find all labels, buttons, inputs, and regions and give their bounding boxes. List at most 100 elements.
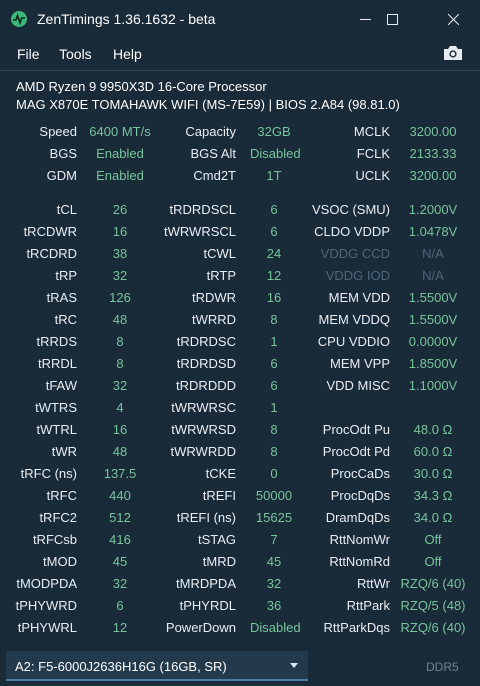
tphywrl-value: 12 [112,620,128,635]
twrwrscl-label: tWRWRSCL [164,224,236,239]
trp-label: tRP [55,268,77,283]
tmrdpda-value: 32 [266,576,282,591]
twtrl-label: tWTRL [36,422,77,437]
tphywrl-label: tPHYWRL [17,620,77,635]
gdm-label: GDM [46,168,77,183]
procodt-pu-label: ProcOdt Pu [322,422,390,437]
fclk-value: 2133.33 [409,146,457,161]
twtrs-label: tWTRS [35,400,77,415]
app-logo-icon [11,11,27,27]
trdrddd-value: 6 [270,378,278,393]
vddg-iod-label: VDDG IOD [325,268,390,283]
uclk-value: 3200.00 [409,168,457,183]
timings-row: tRFC2 512 tREFI (ns) 15625 DramDqDs 34.0 Ω [0,510,480,532]
trrdl-value: 8 [116,356,124,371]
menu-file[interactable]: File [17,46,40,62]
maximize-icon[interactable] [369,0,415,38]
trfc-label: tRFC [46,488,77,503]
summary-row: BGS Enabled BGS Alt Disabled FCLK 2133.33 [0,146,480,168]
trrdl-label: tRRDL [37,356,77,371]
trfc-value: 440 [109,488,131,503]
timings-row: tRP 32 tRTP 12 VDDG IOD N/A [0,268,480,290]
timings-row: tFAW 32 tRDRDDD 6 VDD MISC 1.1000V [0,378,480,400]
trcdrd-label: tRCDRD [26,246,77,261]
tcwl-value: 24 [266,246,282,261]
mem-vddq-label: MEM VDDQ [318,312,391,327]
timings-row: tRCDWR 16 tWRWRSCL 6 CLDO VDDP 1.0478V [0,224,480,246]
cmd2t-label: Cmd2T [193,168,236,183]
trtp-value: 12 [266,268,282,283]
cldo-vddp-label: CLDO VDDP [314,224,390,239]
mem-vpp-value: 1.8500V [408,356,458,371]
tcke-label: tCKE [205,466,236,481]
twtrs-value: 4 [116,400,124,415]
rttnomwr-label: RttNomWr [329,532,390,547]
timings-row: tRRDS 8 tRDRDSC 1 CPU VDDIO 0.0000V [0,334,480,356]
close-icon[interactable] [430,0,476,38]
tfaw-label: tFAW [45,378,77,393]
trdrdsd-value: 6 [270,356,278,371]
rttparkdqs-value: RZQ/6 (40) [400,620,466,635]
twrwrsd-label: tWRWRSD [171,422,236,437]
twr-label: tWR [51,444,77,459]
trcdwr-value: 16 [112,224,128,239]
module-select[interactable]: A2: F5-6000J2636H16G (16GB, SR) [6,651,308,681]
menu-tools[interactable]: Tools [59,46,92,62]
vdd-misc-value: 1.1000V [408,378,458,393]
timings-row: tRFC 440 tREFI 50000 ProcDqDs 34.3 Ω [0,488,480,510]
rttnomrd-value: Off [424,554,442,569]
twrwrdd-value: 8 [270,444,278,459]
gdm-value: Enabled [96,168,144,183]
timings-row: tWTRS 4 tWRWRSC 1 [0,400,480,422]
trtp-label: tRTP [206,268,236,283]
capacity-label: Capacity [185,124,236,139]
dramdqds-label: DramDqDs [325,510,390,525]
trfc2-value: 512 [109,510,131,525]
tras-label: tRAS [46,290,77,305]
timings-row: tRAS 126 tRDWR 16 MEM VDD 1.5500V [0,290,480,312]
bottom-bar: A2: F5-6000J2636H16G (16GB, SR) DDR5 [0,648,480,686]
twrwrdd-label: tWRWRDD [170,444,236,459]
procodt-pu-value: 48.0 Ω [413,422,453,437]
cpu-name: AMD Ryzen 9 9950X3D 16-Core Processor [16,79,267,94]
vdd-misc-label: VDD MISC [326,378,390,393]
mclk-label: MCLK [353,124,390,139]
tphywrd-label: tPHYWRD [15,598,77,613]
trefi-ns-value: 15625 [255,510,293,525]
timings-row: tPHYWRL 12 PowerDown Disabled RttParkDqs RZQ/… [0,620,480,642]
procodt-pd-label: ProcOdt Pd [322,444,390,459]
twrwrsc-label: tWRWRSC [171,400,236,415]
camera-icon[interactable] [442,44,464,62]
twtrl-value: 16 [112,422,128,437]
rttpark-value: RZQ/5 (48) [400,598,466,613]
chevron-down-icon[interactable] [290,663,298,668]
tmodpda-value: 32 [112,576,128,591]
tmrd-label: tMRD [202,554,236,569]
trcdrd-value: 38 [112,246,128,261]
trfc-ns-value: 137.5 [103,466,137,481]
proccads-value: 30.0 Ω [413,466,453,481]
window-title: ZenTimings 1.36.1632 - beta [37,11,216,27]
cpu-vddio-label: CPU VDDIO [317,334,390,349]
procdqds-label: ProcDqDs [330,488,390,503]
proccads-label: ProcCaDs [330,466,390,481]
timings-row: tRC 48 tWRRD 8 MEM VDDQ 1.5500V [0,312,480,334]
uclk-label: UCLK [355,168,390,183]
procodt-pd-value: 60.0 Ω [413,444,453,459]
twr-value: 48 [112,444,128,459]
timings-row: tMODPDA 32 tMRDPDA 32 RttWr RZQ/6 (40) [0,576,480,598]
bgs-value: Enabled [96,146,144,161]
trdrdsc-label: tRDRDSC [176,334,236,349]
twrwrscl-value: 6 [270,224,278,239]
vddg-ccd-value: N/A [422,246,444,261]
cmd2t-value: 1T [266,168,282,183]
trdrdsc-value: 1 [270,334,278,349]
menu-divider [0,70,480,71]
tphyrdl-label: tPHYRDL [179,598,236,613]
tmrd-value: 45 [266,554,282,569]
menu-help[interactable]: Help [113,46,142,62]
mem-vdd-label: MEM VDD [328,290,390,305]
timings-row: tMOD 45 tMRD 45 RttNomRd Off [0,554,480,576]
powerdown-value: Disabled [250,620,301,635]
tphyrdl-value: 36 [266,598,282,613]
